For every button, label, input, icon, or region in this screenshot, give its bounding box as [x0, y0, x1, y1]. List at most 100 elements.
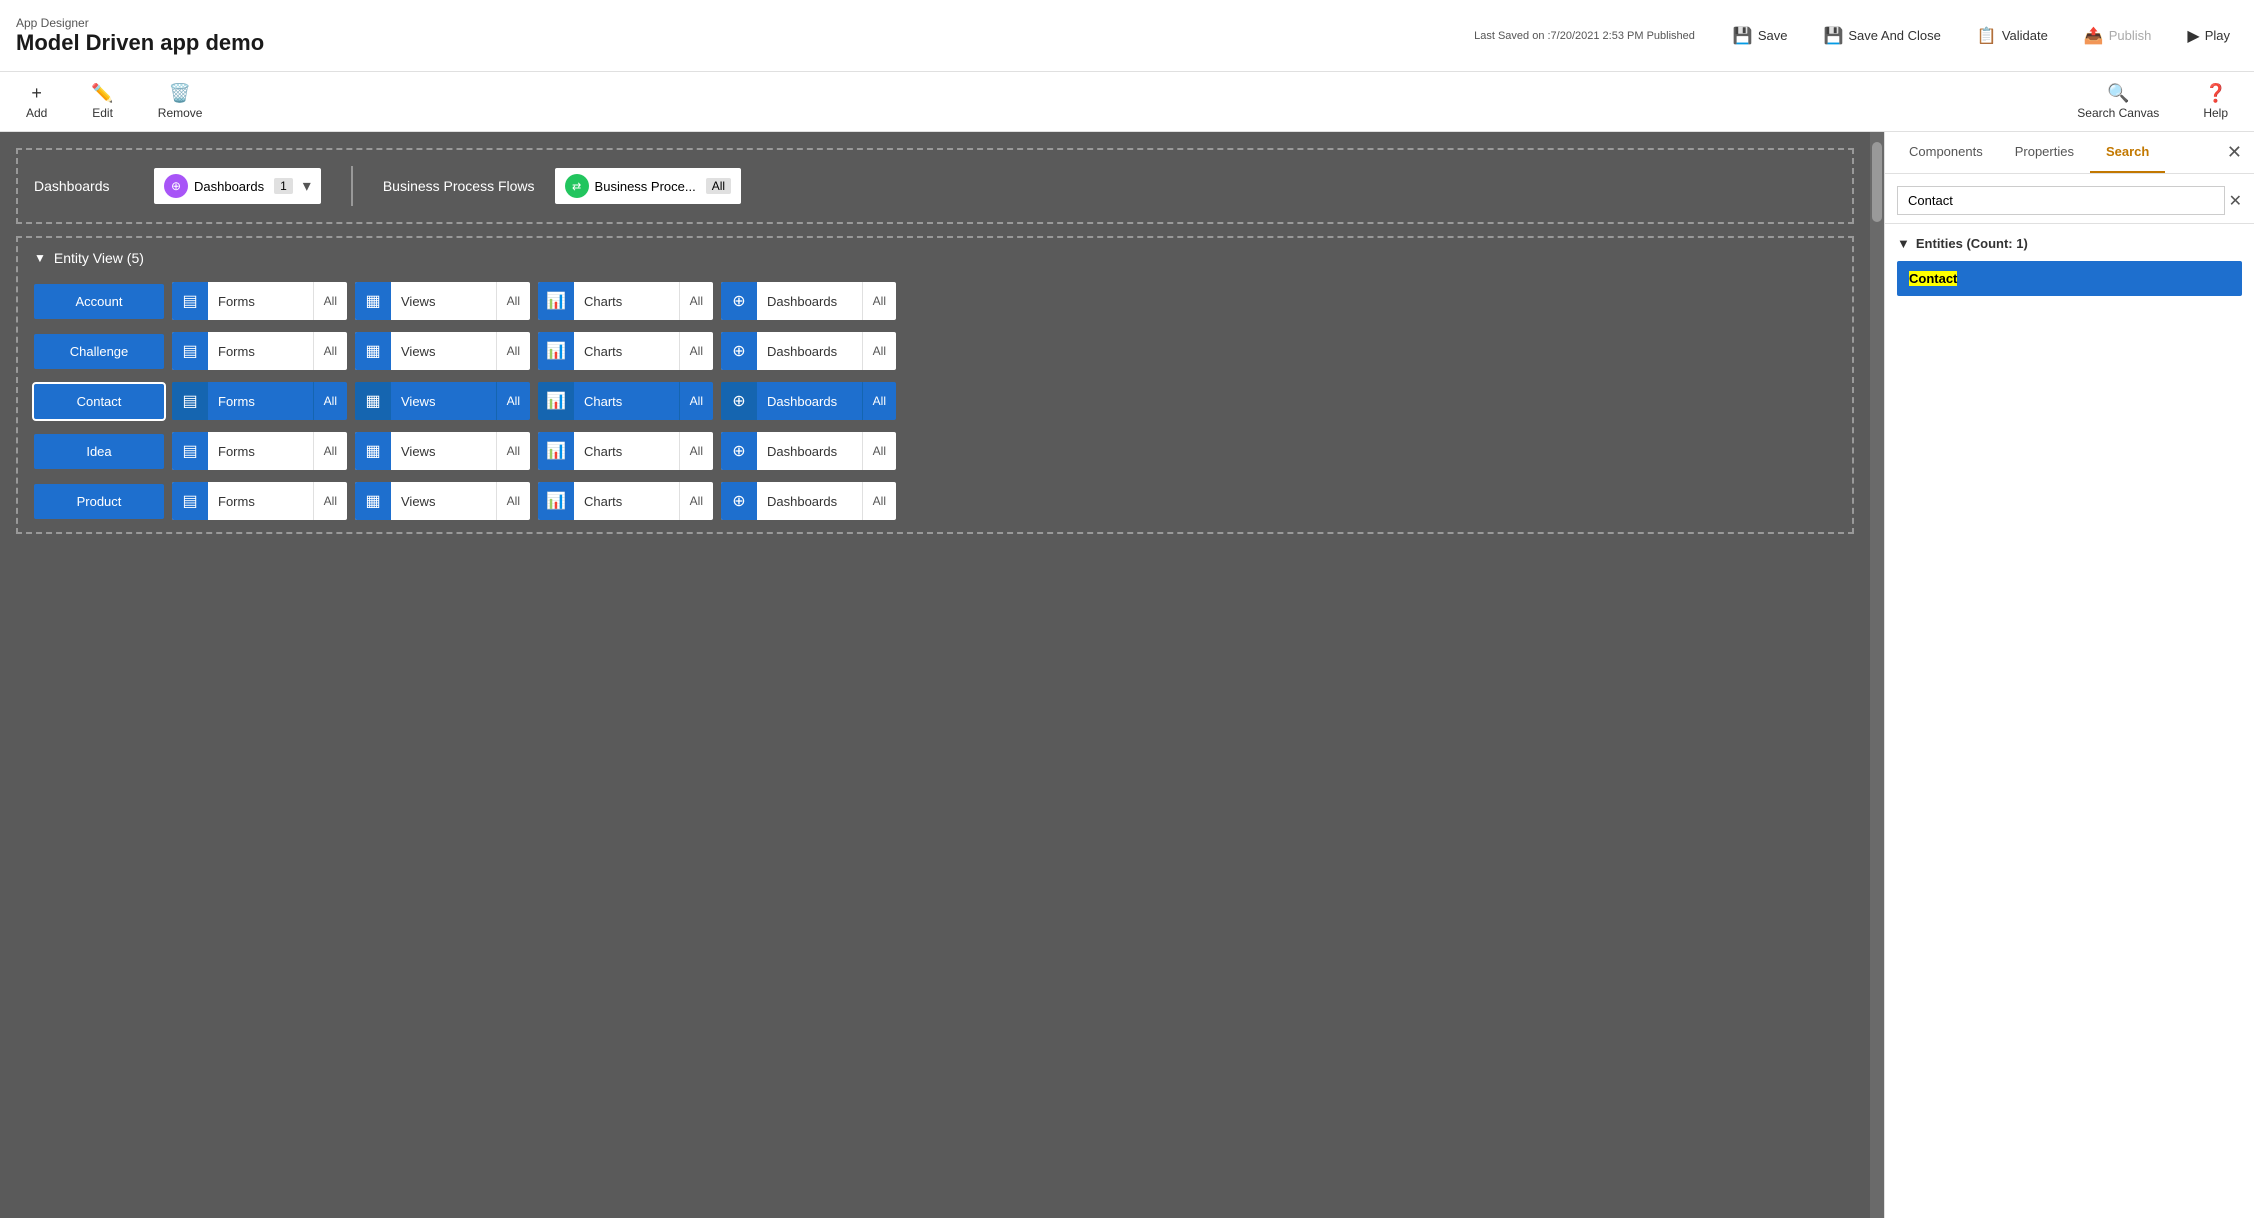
save-icon: 💾	[1733, 26, 1753, 46]
entity-result[interactable]: Contact	[1897, 261, 2242, 296]
edit-icon: ✏️	[91, 83, 113, 104]
charts-chip[interactable]: 📊ChartsAll	[538, 382, 713, 420]
dashboards-entity-chip-label: Dashboards	[757, 344, 862, 359]
forms-chip-count: All	[313, 432, 347, 470]
bpf-chip-count: All	[706, 178, 731, 194]
forms-chip[interactable]: ▤FormsAll	[172, 382, 347, 420]
help-label: Help	[2203, 106, 2228, 120]
charts-icon: 📊	[538, 432, 574, 470]
charts-chip[interactable]: 📊ChartsAll	[538, 282, 713, 320]
forms-chip[interactable]: ▤FormsAll	[172, 282, 347, 320]
validate-button[interactable]: 📋 Validate	[1969, 22, 2056, 50]
play-icon: ▶	[2187, 26, 2199, 46]
canvas-content[interactable]: Dashboards ⊕ Dashboards 1 ▾ Business Pro…	[0, 132, 1870, 1218]
views-chip-label: Views	[391, 394, 496, 409]
views-chip[interactable]: ▦ViewsAll	[355, 282, 530, 320]
charts-chip[interactable]: 📊ChartsAll	[538, 332, 713, 370]
forms-icon: ▤	[172, 382, 208, 420]
validate-icon: 📋	[1977, 26, 1997, 46]
views-chip-label: Views	[391, 494, 496, 509]
top-bar-left: App Designer Model Driven app demo	[16, 16, 264, 56]
collapse-arrow-icon[interactable]: ▼	[34, 251, 46, 265]
play-label: Play	[2205, 28, 2230, 43]
entity-name-button[interactable]: Contact	[34, 384, 164, 419]
save-button[interactable]: 💾 Save	[1725, 22, 1796, 50]
forms-chip[interactable]: ▤FormsAll	[172, 432, 347, 470]
charts-chip[interactable]: 📊ChartsAll	[538, 432, 713, 470]
dashboards-chip[interactable]: ⊕ Dashboards 1 ▾	[154, 168, 321, 204]
charts-chip[interactable]: 📊ChartsAll	[538, 482, 713, 520]
dashboards-entity-chip[interactable]: ⊕DashboardsAll	[721, 282, 896, 320]
charts-chip-label: Charts	[574, 294, 679, 309]
top-bar-meta: Last Saved on :7/20/2021 2:53 PM Publish…	[1474, 30, 1695, 42]
views-icon: ▦	[355, 482, 391, 520]
views-chip-count: All	[496, 382, 530, 420]
forms-chip-label: Forms	[208, 294, 313, 309]
entity-name-button[interactable]: Account	[34, 284, 164, 319]
publish-button[interactable]: 📤 Publish	[2076, 22, 2160, 50]
top-bar-right: Last Saved on :7/20/2021 2:53 PM Publish…	[1474, 22, 2238, 50]
dashboards-chip-icon: ⊕	[164, 174, 188, 198]
add-button[interactable]: + Add	[16, 75, 57, 128]
dashboards-entity-chip[interactable]: ⊕DashboardsAll	[721, 482, 896, 520]
save-close-button[interactable]: 💾 Save And Close	[1815, 22, 1948, 50]
publish-icon: 📤	[2084, 26, 2104, 46]
entity-name-button[interactable]: Product	[34, 484, 164, 519]
entities-section: ▼ Entities (Count: 1) Contact	[1885, 224, 2254, 308]
forms-chip[interactable]: ▤FormsAll	[172, 332, 347, 370]
help-button[interactable]: ❓ Help	[2193, 75, 2238, 128]
entity-result-highlight: Contact	[1909, 271, 1957, 286]
views-chip[interactable]: ▦ViewsAll	[355, 382, 530, 420]
forms-chip-count: All	[313, 382, 347, 420]
dashboards-entity-chip[interactable]: ⊕DashboardsAll	[721, 432, 896, 470]
forms-chip-label: Forms	[208, 344, 313, 359]
forms-chip-label: Forms	[208, 494, 313, 509]
entities-header-label: Entities (Count: 1)	[1916, 236, 2028, 251]
bpf-chip[interactable]: ⇄ Business Proce... All	[555, 168, 742, 204]
edit-button[interactable]: ✏️ Edit	[81, 75, 123, 128]
views-icon: ▦	[355, 332, 391, 370]
forms-chip-count: All	[313, 282, 347, 320]
canvas-scrollbar[interactable]	[1870, 132, 1884, 1218]
entity-name-button[interactable]: Idea	[34, 434, 164, 469]
search-input[interactable]	[1897, 186, 2225, 215]
search-canvas-button[interactable]: 🔍 Search Canvas	[2067, 75, 2169, 128]
views-chip[interactable]: ▦ViewsAll	[355, 332, 530, 370]
views-chip-label: Views	[391, 294, 496, 309]
charts-chip-count: All	[679, 432, 713, 470]
views-chip[interactable]: ▦ViewsAll	[355, 432, 530, 470]
views-icon: ▦	[355, 432, 391, 470]
dashboards-entity-chip[interactable]: ⊕DashboardsAll	[721, 332, 896, 370]
forms-icon: ▤	[172, 282, 208, 320]
entity-row: Contact▤FormsAll▦ViewsAll📊ChartsAll⊕Dash…	[34, 382, 1836, 420]
save-label: Save	[1758, 28, 1788, 43]
forms-chip-count: All	[313, 482, 347, 520]
dashboards-chip-label: Dashboards	[194, 179, 264, 194]
dashboards-entity-chip-count: All	[862, 382, 896, 420]
forms-chip[interactable]: ▤FormsAll	[172, 482, 347, 520]
entities-header[interactable]: ▼ Entities (Count: 1)	[1897, 236, 2242, 251]
tab-search[interactable]: Search	[2090, 132, 2165, 173]
save-close-label: Save And Close	[1848, 28, 1941, 43]
publish-label: Publish	[2109, 28, 2152, 43]
forms-chip-label: Forms	[208, 394, 313, 409]
views-chip[interactable]: ▦ViewsAll	[355, 482, 530, 520]
toolbar: + Add ✏️ Edit 🗑️ Remove 🔍 Search Canvas …	[0, 72, 2254, 132]
charts-icon: 📊	[538, 282, 574, 320]
add-icon: +	[31, 83, 42, 104]
forms-icon: ▤	[172, 482, 208, 520]
remove-button[interactable]: 🗑️ Remove	[148, 75, 213, 128]
dashboards-entity-chip-count: All	[862, 482, 896, 520]
dashboards-entity-chip[interactable]: ⊕DashboardsAll	[721, 382, 896, 420]
forms-icon: ▤	[172, 432, 208, 470]
entity-name-button[interactable]: Challenge	[34, 334, 164, 369]
search-clear-button[interactable]: ✕	[2229, 191, 2242, 211]
panel-close-button[interactable]: ✕	[2223, 138, 2246, 167]
views-chip-label: Views	[391, 344, 496, 359]
tab-properties[interactable]: Properties	[1999, 132, 2090, 173]
play-button[interactable]: ▶ Play	[2179, 22, 2238, 50]
dashboards-row: Dashboards ⊕ Dashboards 1 ▾ Business Pro…	[18, 150, 1852, 222]
tab-components[interactable]: Components	[1893, 132, 1999, 173]
dashboards-dropdown-icon[interactable]: ▾	[303, 176, 311, 196]
main-layout: Dashboards ⊕ Dashboards 1 ▾ Business Pro…	[0, 132, 2254, 1218]
